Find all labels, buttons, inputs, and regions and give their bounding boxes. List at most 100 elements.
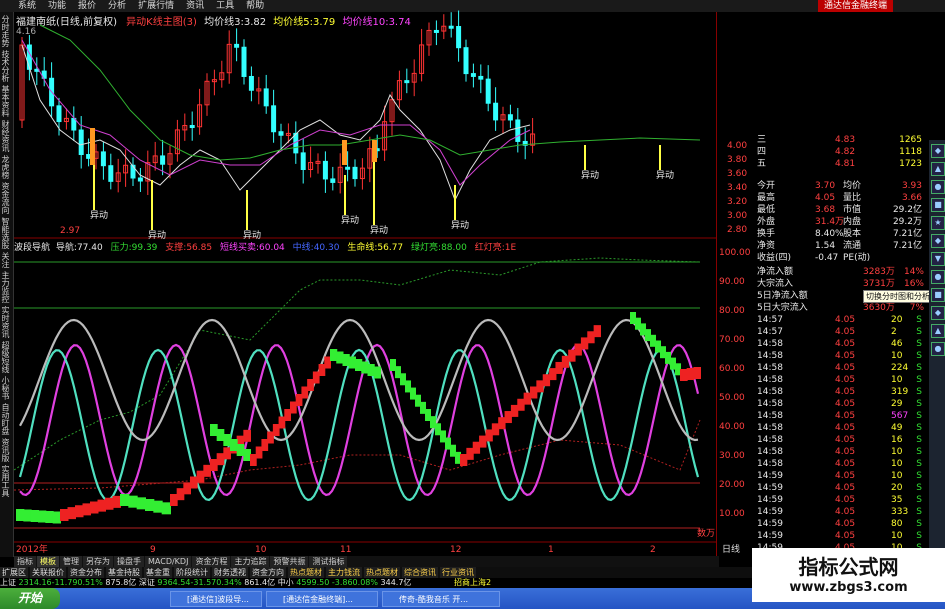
extension-tab-11[interactable]: 综合资讯 (402, 567, 438, 578)
date-tick-label: 10 (255, 545, 267, 555)
quote-key: 外盘 (757, 217, 776, 227)
toolbar-icon-7[interactable]: ▼ (931, 252, 945, 266)
event-label: 异动 (90, 210, 108, 221)
indicator-tab-0[interactable]: 指标 (14, 556, 36, 567)
quote-value: 1.54 (815, 241, 836, 251)
candle-body (271, 105, 277, 133)
extension-tab-7[interactable]: 资金方向 (250, 567, 286, 578)
tick-side: S (916, 375, 922, 385)
sh-label: 上证 (0, 578, 16, 587)
right-toolbar: ◆ ▲ ● ■ ★ ◆ ▼ ● ■ ◆ ▲ ● (929, 140, 945, 560)
extension-tab-12[interactable]: 行业资讯 (440, 567, 476, 578)
ladder-step (216, 453, 225, 466)
start-button[interactable]: 开始 (0, 588, 60, 609)
tick-row: 14:59 4.05 10 S (717, 470, 930, 482)
tick-volume: 567 (891, 411, 909, 421)
task-item-3[interactable]: 传奇-酷我音乐 开... (382, 591, 500, 607)
ladder-step (460, 454, 468, 466)
tick-price: 4.05 (835, 375, 856, 385)
tick-row: 14:58 4.05 29 S (717, 398, 930, 410)
toolbar-icon-4[interactable]: ■ (931, 198, 945, 212)
candle-body (485, 78, 491, 104)
task-item-1[interactable]: [通达信]波段导... (170, 591, 262, 607)
toolbar-icon-2[interactable]: ▲ (931, 162, 945, 176)
ladder-step (261, 439, 269, 451)
flow-row: 5日大宗流入 3630万 7% (717, 302, 930, 314)
indicator-tab-8[interactable]: 预警共振 (270, 556, 309, 567)
extension-tab-5[interactable]: 阶段统计 (174, 567, 210, 578)
quote-value: 29.2亿 (892, 205, 922, 215)
ladder-step (574, 343, 582, 356)
tick-volume: 29 (891, 399, 903, 409)
extension-tab-10[interactable]: 热点题材 (364, 567, 400, 578)
quote-row: 最高 4.05 量比 3.66 (717, 192, 930, 204)
indicator-tab-3[interactable]: 另存为 (83, 556, 113, 567)
extension-tab-6[interactable]: 财务透视 (212, 567, 248, 578)
indicator-tab-2[interactable]: 管理 (60, 556, 82, 567)
ladder-step (568, 349, 576, 362)
extension-tab-1[interactable]: 关联报价 (30, 567, 66, 578)
ladder-step (82, 503, 91, 516)
extension-tab-2[interactable]: 资金分布 (68, 567, 104, 578)
tick-side: S (916, 327, 922, 337)
extension-tab-4[interactable]: 基金重 (144, 567, 172, 578)
extension-tab-0[interactable]: 扩展区 (0, 567, 28, 578)
ladder-step (367, 364, 375, 376)
tick-row: 14:58 4.05 10 S (717, 446, 930, 458)
tick-price: 4.05 (835, 351, 856, 361)
task-item-2[interactable]: [通达信金融终端]... (266, 591, 378, 607)
tick-side: S (916, 495, 922, 505)
watermark-url: www.zbgs3.com (789, 580, 908, 595)
quote-key: 量比 (843, 193, 862, 203)
ladder-step (16, 509, 25, 521)
ladder-step (267, 431, 274, 444)
low-price-label: 2.97 (60, 226, 81, 236)
toolbar-icon-11[interactable]: ▲ (931, 324, 945, 338)
date-tick-label: 2012年 (16, 543, 48, 555)
zx-value: 4599.50 -3.860.08% (296, 578, 378, 587)
indicator-tab-6[interactable]: 资金方程 (192, 556, 231, 567)
tick-volume: 224 (891, 363, 909, 373)
extension-tab-8[interactable]: 热点题材 (288, 567, 324, 578)
ladder-step (278, 416, 286, 429)
quote-value: 3.70 (815, 181, 836, 191)
tick-time: 14:58 (757, 387, 783, 397)
tick-volume: 10 (891, 459, 903, 469)
toolbar-icon-12[interactable]: ● (931, 342, 945, 356)
toolbar-icon-3[interactable]: ● (931, 180, 945, 194)
indicator-tab-5[interactable]: MACD/KDJ (145, 556, 192, 567)
tick-time: 14:58 (757, 435, 783, 445)
toolbar-icon-5[interactable]: ★ (931, 216, 945, 230)
extension-tab-9[interactable]: 主力钱流 (326, 567, 362, 578)
ladder-step (230, 439, 238, 451)
toolbar-icon-1[interactable]: ◆ (931, 144, 945, 158)
ask-level: 五 (757, 159, 767, 169)
ask-price: 4.82 (835, 147, 856, 157)
ladder-step (336, 351, 344, 364)
ladder-step (52, 511, 61, 524)
tick-row: 14:58 4.05 224 S (717, 362, 930, 374)
event-label: 异动 (148, 230, 166, 241)
ladder-step (536, 380, 544, 393)
indicator-tab-9[interactable]: 测试指标 (309, 556, 348, 567)
indicator-tab-7[interactable]: 主力追踪 (231, 556, 270, 567)
tick-row: 14:58 4.05 16 S (717, 434, 930, 446)
tick-volume: 10 (891, 447, 903, 457)
toolbar-icon-8[interactable]: ● (931, 270, 945, 284)
tick-time: 14:59 (757, 483, 783, 493)
quote-key: 最低 (757, 205, 776, 215)
indicator-tab-4[interactable]: 操盘手 (114, 556, 144, 567)
extension-tab-3[interactable]: 基金持股 (106, 567, 142, 578)
ladder-step (290, 401, 297, 414)
ladder-step (479, 435, 487, 448)
tick-volume: 20 (891, 315, 903, 325)
indicator-tab-1[interactable]: 模板 (37, 556, 59, 567)
date-tick-label: 12 (450, 545, 461, 555)
sh-value: 2314.16-11.790.51% (18, 578, 103, 587)
ladder-step (686, 368, 695, 380)
tick-time: 14:59 (757, 519, 783, 529)
toolbar-icon-10[interactable]: ◆ (931, 306, 945, 320)
toolbar-icon-6[interactable]: ◆ (931, 234, 945, 248)
tick-side: S (916, 315, 922, 325)
toolbar-icon-9[interactable]: ■ (931, 288, 945, 302)
